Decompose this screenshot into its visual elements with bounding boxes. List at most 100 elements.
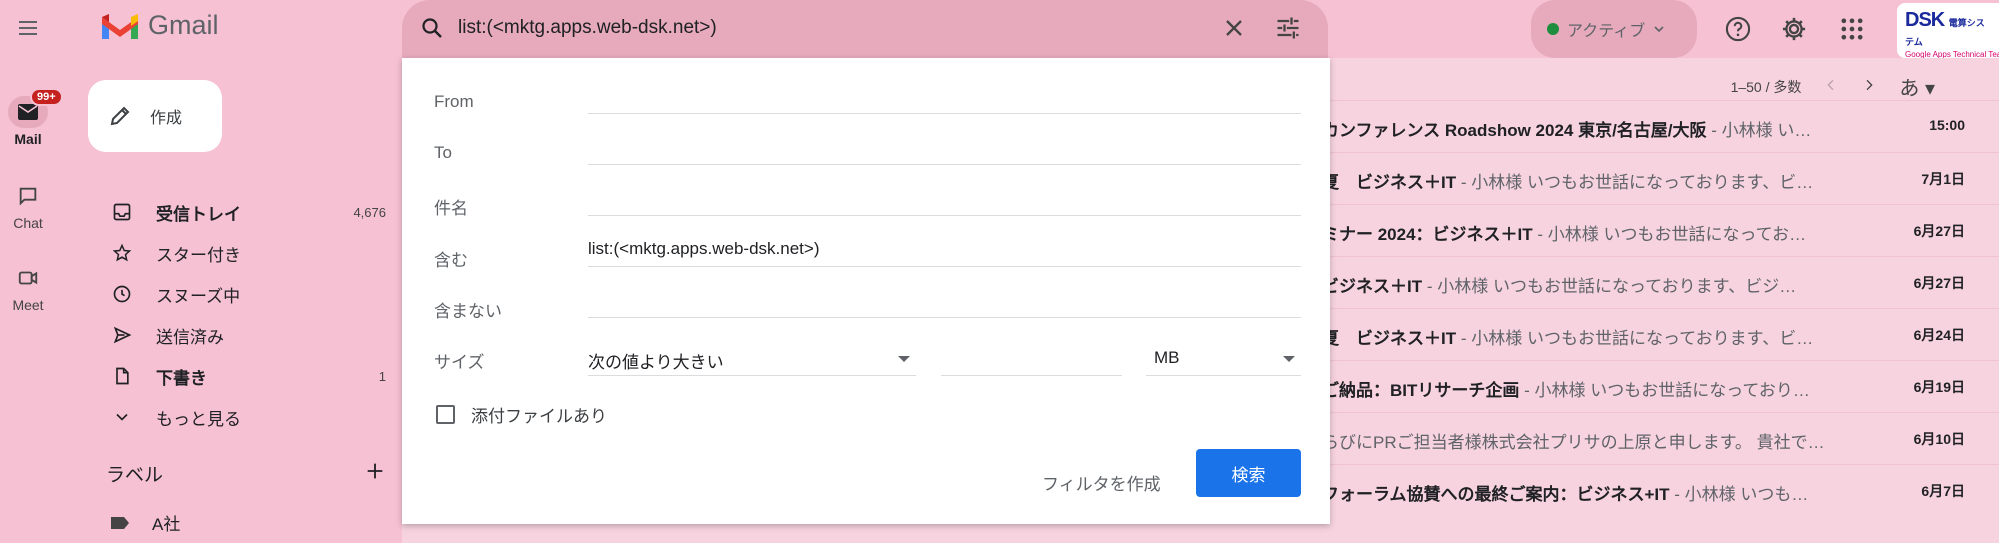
dropdown-caret-icon [1283, 356, 1295, 362]
email-date: 6月10日 [1913, 431, 1965, 447]
rail-chat-icon-wrap [8, 180, 48, 212]
sidebar-label-a[interactable]: A社 [110, 510, 180, 535]
star-icon [110, 243, 134, 263]
has-attachment-option[interactable]: 添付ファイルあり [436, 402, 607, 427]
chat-icon [19, 187, 37, 206]
rail-meet-label: Meet [12, 297, 44, 313]
advanced-search-panel: From To 件名 含む list:(<mktg.apps.web-dsk.n… [402, 58, 1330, 524]
sidebar-item-snoozed[interactable]: スヌーズ中 [72, 277, 386, 311]
pagination: 1–50 / 多数 あ ▾ [1731, 72, 1935, 101]
apps-grid-icon[interactable] [1838, 15, 1866, 48]
label-tag-icon [111, 516, 129, 529]
has-attachment-checkbox[interactable] [436, 405, 455, 424]
sidebar-item-label: スヌーズ中 [156, 286, 241, 306]
email-date: 6月24日 [1913, 327, 1965, 343]
labels-title: ラベル [106, 465, 164, 486]
gmail-m-icon [102, 13, 138, 39]
email-subject: ミナー 2024：ビジネス＋IT - 小林様 いつもお世話になってお… [1322, 225, 1807, 244]
inbox-count: 4,676 [353, 204, 386, 220]
rail-chat[interactable]: Chat [0, 180, 56, 231]
clear-search-icon[interactable] [1220, 14, 1248, 47]
app-name: Gmail [148, 10, 219, 40]
gmail-logo[interactable]: Gmail [100, 10, 219, 41]
rail-meet-icon-wrap [8, 262, 48, 294]
email-subject: カンファレンス Roadshow 2024 東京/名古屋/大阪 - 小林様 い… [1322, 121, 1812, 140]
help-icon[interactable] [1724, 15, 1752, 48]
sidebar-item-starred[interactable]: スター付き [72, 236, 386, 270]
rail-mail[interactable]: 99+ Mail [0, 88, 63, 147]
email-subject: 夏 ビジネス＋IT - 小林様 いつもお世話になっております、ビ… [1322, 329, 1814, 348]
no-words-field[interactable] [588, 284, 1301, 318]
email-subject: 夏 ビジネス＋IT - 小林様 いつもお世話になっております、ビ… [1322, 173, 1814, 192]
to-field[interactable] [588, 131, 1301, 165]
hamburger-icon [19, 21, 37, 35]
inbox-icon [110, 202, 134, 222]
compose-label: 作成 [150, 110, 183, 127]
has-attachment-label: 添付ファイルあり [471, 407, 607, 426]
size-operator-value: 次の値より大きい [588, 353, 724, 372]
from-field[interactable] [588, 80, 1301, 114]
search-input[interactable]: list:(<mktg.apps.web-dsk.net>) [458, 17, 717, 39]
rail-meet[interactable]: Meet [0, 262, 56, 313]
size-unit-select[interactable]: MB [1146, 342, 1301, 376]
send-icon [110, 325, 134, 345]
status-selector[interactable]: アクティブ [1531, 0, 1697, 58]
email-subject: フォーラム協賛への最終ご案内：ビジネス+IT - 小林様 いつも… [1322, 485, 1809, 504]
size-label: サイズ [434, 353, 485, 372]
no-words-label: 含まない [434, 302, 502, 321]
sidebar-item-label: 送信済み [156, 327, 224, 347]
has-words-field[interactable]: list:(<mktg.apps.web-dsk.net>) [588, 233, 1301, 267]
status-label: アクティブ [1567, 23, 1646, 40]
email-date: 7月1日 [1921, 171, 1965, 187]
search-button[interactable]: 検索 [1196, 449, 1301, 497]
input-tools-button[interactable]: あ ▾ [1899, 72, 1935, 101]
from-label: From [434, 92, 474, 111]
main-menu-button[interactable] [13, 13, 43, 43]
email-subject: ご納品：BITリサーチ企画 - 小林様 いつもお世話になっており… [1322, 381, 1810, 400]
sidebar-item-drafts[interactable]: 下書き 1 [72, 359, 386, 393]
search-options-icon[interactable] [1274, 14, 1302, 47]
subject-field[interactable] [588, 182, 1301, 216]
sidebar: 作成 受信トレイ 4,676 スター付き スヌーズ中 送信済み 下書き 1 もっ… [72, 58, 402, 543]
sidebar-item-label: もっと見る [156, 409, 241, 429]
video-camera-icon [18, 271, 38, 285]
size-unit-value: MB [1154, 348, 1180, 367]
rail-mail-label: Mail [14, 131, 42, 147]
page-range: 1–50 / 多数 [1730, 78, 1802, 95]
unread-badge: 99+ [30, 88, 63, 106]
labels-header: ラベル [106, 460, 386, 488]
has-words-label: 含む [434, 251, 468, 270]
compose-button[interactable]: 作成 [88, 80, 222, 152]
active-status-dot [1547, 23, 1559, 35]
account-logo: DSK 電算システム [1905, 9, 1985, 47]
prev-page-icon[interactable] [1823, 77, 1839, 96]
sidebar-item-label: スター付き [156, 245, 241, 265]
sidebar-item-label: 受信トレイ [156, 204, 241, 224]
label-name: A社 [152, 515, 181, 534]
add-label-icon[interactable] [364, 460, 386, 488]
settings-gear-icon[interactable] [1780, 15, 1808, 48]
to-label: To [434, 143, 452, 162]
create-filter-button[interactable]: フィルタを作成 [1030, 460, 1173, 505]
email-date: 6月27日 [1913, 275, 1965, 291]
size-operator-select[interactable]: 次の値より大きい [588, 342, 916, 376]
app-rail: 99+ Mail Chat Meet [0, 58, 72, 543]
rail-mail-icon-wrap: 99+ [8, 88, 63, 128]
search-bar[interactable]: list:(<mktg.apps.web-dsk.net>) [402, 0, 1328, 58]
draft-icon [110, 366, 134, 386]
chevron-down-icon [110, 407, 134, 427]
sidebar-item-inbox[interactable]: 受信トレイ 4,676 [72, 195, 386, 229]
size-value-field[interactable] [941, 342, 1122, 376]
drafts-count: 1 [378, 368, 386, 384]
sidebar-item-sent[interactable]: 送信済み [72, 318, 386, 352]
email-date: 6月7日 [1921, 483, 1965, 499]
email-subject: ビジネス＋IT - 小林様 いつもお世話になっております、ビジ… [1322, 277, 1797, 296]
rail-chat-label: Chat [13, 215, 43, 231]
top-bar: Gmail list:(<mktg.apps.web-dsk.net>) アクテ… [0, 0, 1999, 59]
email-date: 15:00 [1929, 117, 1965, 133]
next-page-icon[interactable] [1861, 77, 1877, 96]
account-button[interactable]: DSK 電算システム Google Apps Technical Team [1897, 3, 1999, 59]
pencil-icon [110, 106, 130, 126]
search-icon[interactable] [420, 16, 444, 45]
sidebar-item-more[interactable]: もっと見る [72, 400, 386, 434]
